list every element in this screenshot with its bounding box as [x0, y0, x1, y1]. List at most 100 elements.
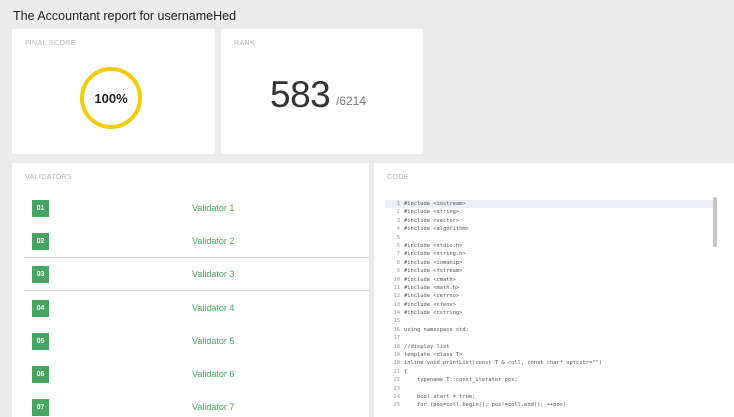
validator-name[interactable]: Validator 7	[192, 402, 234, 412]
validator-badge: 01	[32, 200, 49, 217]
code-line: 2 #include <string>	[385, 208, 715, 216]
validator-badge: 07	[32, 399, 49, 416]
line-number: 16	[393, 326, 401, 333]
line-text: #include <fstream>	[404, 268, 463, 275]
line-text: #include <stdio.h>	[404, 242, 463, 249]
code-card: CODE 1 #include <iostream> 2 #include <stri…	[374, 163, 734, 417]
code-line: 12 #include <cerrno>	[385, 292, 715, 300]
line-number: 10	[393, 276, 401, 283]
validator-row[interactable]: 05 Validator 5	[25, 325, 369, 358]
line-number: 15	[393, 318, 401, 325]
code-line: 25 for (pos=coll.begin(); pos!=coll.end(…	[385, 401, 715, 409]
validator-badge: 06	[32, 366, 49, 383]
code-line: 20 inline void printList(const T & coll, …	[385, 359, 715, 367]
line-number: 23	[393, 385, 401, 392]
line-number: 14	[393, 310, 401, 317]
code-scrollbar[interactable]	[713, 197, 717, 247]
validator-row[interactable]: 01 Validator 1	[25, 192, 369, 225]
line-text: #include <vector>	[404, 217, 460, 224]
code-line: 15	[385, 317, 715, 325]
code-label: CODE	[387, 174, 409, 181]
line-text: #include <cstring>	[404, 310, 463, 317]
line-text: #include <cmath>	[404, 276, 456, 283]
line-text: #include <string>	[404, 209, 460, 216]
code-line: 11 #include <math.h>	[385, 284, 715, 292]
validator-name[interactable]: Validator 6	[192, 369, 234, 379]
validator-row[interactable]: 04 Validator 4	[25, 292, 369, 325]
code-line: 4 #include <algorithm>	[385, 225, 715, 233]
line-number: 18	[393, 343, 401, 350]
line-text: {	[404, 368, 408, 375]
code-line: 16 using namespace std;	[385, 326, 715, 334]
validator-row[interactable]: 07 Validator 7	[25, 391, 369, 417]
line-text: #include <iostream>	[404, 201, 466, 207]
line-text: #include <iomanip>	[404, 259, 463, 266]
code-line: 7 #include <string.h>	[385, 250, 715, 258]
code-line: 1 #include <iostream>	[385, 200, 715, 209]
code-line: 19 template <class T>	[385, 351, 715, 359]
line-text: for (pos=coll.begin(); pos!=coll.end(); …	[404, 402, 567, 409]
rank-label: RANK	[234, 40, 256, 47]
validator-badge: 04	[32, 300, 49, 317]
validator-row[interactable]: 02 Validator 2	[25, 225, 369, 258]
final-score-label: FINAL SCORE	[25, 40, 76, 47]
line-text: #include <cfenv>	[404, 301, 456, 308]
validator-row[interactable]: 03 Validator 3	[25, 258, 369, 291]
line-number: 3	[396, 217, 400, 224]
line-text: using namespace std;	[404, 326, 469, 333]
final-score-card: FINAL SCORE 100%	[12, 29, 215, 154]
line-number: 19	[393, 352, 401, 359]
score-ring: 100%	[80, 67, 142, 129]
code-line: 3 #include <vector>	[385, 217, 715, 225]
line-number: 9	[396, 268, 400, 275]
rank-position: 583	[270, 74, 331, 115]
line-text: typename T::const_iterator pos;	[404, 377, 518, 384]
rank-total: /6214	[336, 94, 367, 108]
line-text: #include <cerrno>	[404, 293, 460, 300]
line-number: 25	[393, 402, 401, 409]
line-text: //display list	[404, 343, 450, 350]
validator-badge: 02	[32, 233, 49, 250]
line-number: 12	[393, 293, 401, 300]
validator-name[interactable]: Validator 3	[192, 269, 234, 279]
line-text: template <class T>	[404, 352, 463, 359]
code-line: 17	[385, 334, 715, 342]
code-line: 18//display list	[385, 343, 715, 351]
line-number: 20	[393, 360, 401, 367]
code-line: 6 #include <stdio.h>	[385, 242, 715, 250]
line-number: 21	[393, 368, 401, 375]
validator-row[interactable]: 06 Validator 6	[25, 358, 369, 391]
line-number: 1	[396, 201, 400, 207]
code-editor[interactable]: 1 #include <iostream> 2 #include <string> 3 #…	[385, 200, 715, 417]
line-number: 4	[396, 226, 400, 233]
score-value: 100%	[94, 90, 128, 106]
validator-name[interactable]: Validator 2	[192, 236, 234, 246]
validator-name[interactable]: Validator 1	[192, 203, 234, 213]
line-number: 6	[396, 242, 400, 249]
code-line: 10 #include <cmath>	[385, 276, 715, 284]
line-number: 11	[393, 284, 401, 291]
line-number: 22	[393, 377, 401, 384]
line-text: #include <math.h>	[404, 284, 460, 291]
validators-card: VALIDATORS 01 Validator 1 02 Validator 2…	[12, 163, 369, 417]
line-number: 24	[393, 393, 401, 400]
line-text: #include <string.h>	[404, 251, 466, 258]
code-line: 23	[385, 385, 715, 393]
line-text: bool start = true;	[404, 393, 476, 400]
code-line: 22 typename T::const_iterator pos;	[385, 376, 715, 384]
validator-name[interactable]: Validator 4	[192, 303, 234, 313]
code-line: 8 #include <iomanip>	[385, 259, 715, 267]
line-text: #include <algorithm>	[404, 226, 469, 233]
line-number: 2	[396, 209, 400, 216]
line-text: inline void printList(const T & coll, co…	[404, 360, 602, 367]
code-line: 21{	[385, 368, 715, 376]
rank-card: RANK 583 /6214	[221, 29, 423, 154]
validators-label: VALIDATORS	[25, 174, 73, 181]
code-line: 5	[385, 234, 715, 242]
code-line: 9 #include <fstream>	[385, 267, 715, 275]
page-title: The Accountant report for usernameHed	[13, 9, 237, 23]
validator-badge: 05	[32, 333, 49, 350]
validator-name[interactable]: Validator 5	[192, 336, 234, 346]
line-number: 5	[396, 234, 400, 241]
line-number: 13	[393, 301, 401, 308]
